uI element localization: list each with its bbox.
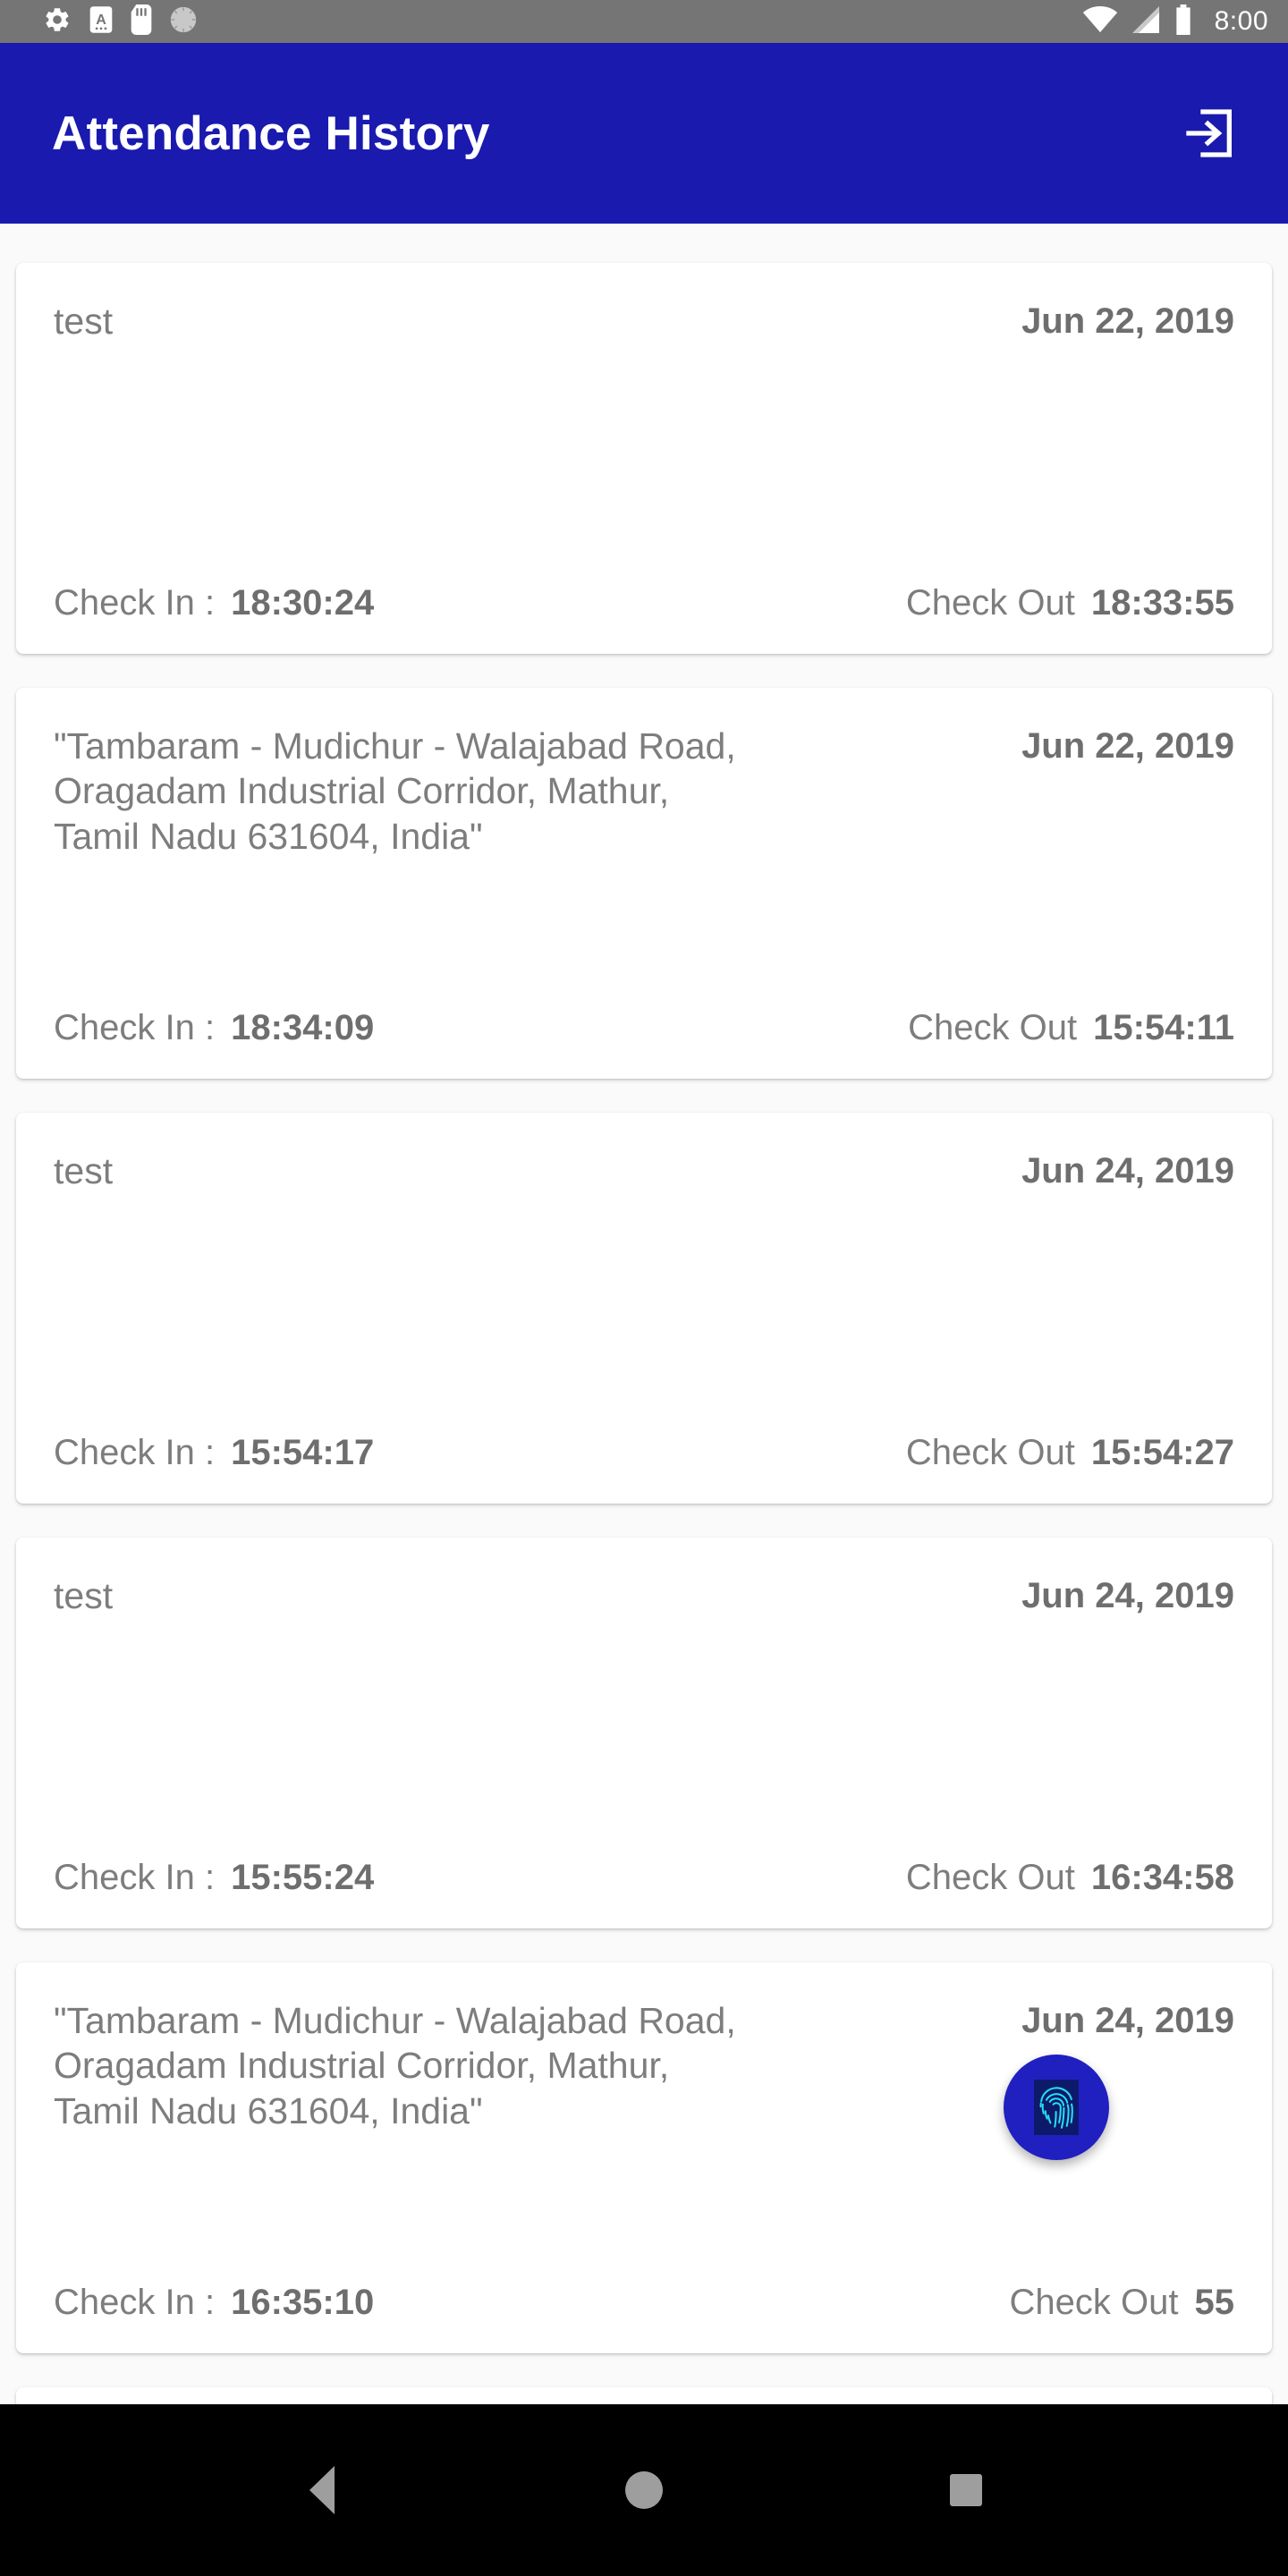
svg-text:A: A bbox=[96, 12, 106, 27]
check-in-group: Check In : 18:34:09 bbox=[54, 1008, 908, 1048]
card-date-text: Jun 24, 2019 bbox=[1021, 1151, 1234, 1191]
card-footer: Check In : 15:54:17 Check Out 15:54:27 bbox=[54, 1433, 1234, 1473]
card-place-text: "Tambaram - Mudichur - Walajabad Road, O… bbox=[54, 2000, 736, 2131]
check-in-label: Check In : bbox=[54, 1008, 216, 1047]
card-footer: Check In : 16:35:10 Check Out 55 bbox=[54, 2283, 1234, 2323]
back-triangle-icon bbox=[309, 2466, 335, 2514]
app-bar: Attendance History bbox=[0, 43, 1288, 224]
check-out-label: Check Out bbox=[905, 583, 1075, 623]
card-footer: Check In : 18:34:09 Check Out 15:54:11 bbox=[54, 1008, 1234, 1048]
check-out-time: 55 bbox=[1194, 2283, 1235, 2322]
check-out-group: Check Out 16:34:58 bbox=[906, 1858, 1234, 1898]
fingerprint-fab-button[interactable] bbox=[1004, 2055, 1109, 2160]
check-out-label: Check Out bbox=[1009, 2283, 1179, 2322]
check-in-group: Check In : 18:30:24 bbox=[54, 583, 906, 623]
phone-screen: A 8:00 Attendance History test Jun 22, 2… bbox=[0, 0, 1288, 2576]
check-out-group: Check Out 55 bbox=[1010, 2283, 1234, 2323]
attendance-card[interactable]: test Jun 22, 2019 Check In :18:30:24 Check … bbox=[16, 263, 1272, 654]
cell-signal-icon bbox=[1131, 5, 1161, 38]
status-bar: A 8:00 bbox=[0, 0, 1288, 43]
check-in-time: 16:35:10 bbox=[231, 2283, 375, 2322]
card-footer: Check In : 18:30:24 Check Out 18:33:55 bbox=[54, 583, 1234, 623]
exit-to-app-icon[interactable] bbox=[1172, 95, 1249, 172]
check-out-group: Check Out 15:54:27 bbox=[906, 1433, 1234, 1473]
check-in-label: Check In : bbox=[54, 1858, 216, 1897]
check-in-time: 18:34:09 bbox=[231, 1008, 375, 1047]
card-place-text: test bbox=[54, 1575, 114, 1616]
card-date-text: Jun 22, 2019 bbox=[1021, 726, 1234, 766]
card-place-text: test bbox=[54, 301, 114, 342]
attendance-card[interactable]: test Jun 24, 2019 Check In :15:55:24 Check … bbox=[16, 1538, 1272, 1928]
check-out-time: 18:33:55 bbox=[1090, 583, 1234, 623]
settings-gear-icon bbox=[43, 5, 72, 38]
check-in-time: 15:54:17 bbox=[231, 1433, 375, 1472]
card-footer: Check In : 15:55:24 Check Out 16:34:58 bbox=[54, 1858, 1234, 1898]
card-date-text: Jun 24, 2019 bbox=[1021, 1576, 1234, 1615]
sync-spinner-icon bbox=[168, 4, 199, 39]
check-out-label: Check Out bbox=[908, 1008, 1078, 1047]
check-out-label: Check Out bbox=[905, 1433, 1075, 1472]
card-header: "Tambaram - Mudichur - Walajabad Road, O… bbox=[54, 724, 1234, 859]
attendance-card[interactable]: "Tambaram - Mudichur - Walajabad Road, O… bbox=[16, 688, 1272, 1079]
check-in-label: Check In : bbox=[54, 583, 216, 623]
system-navigation-bar bbox=[0, 2404, 1288, 2576]
fingerprint-icon bbox=[1034, 2080, 1079, 2135]
attendance-card[interactable]: "Tambaram - Mudichur - Walajabad Road, O… bbox=[16, 1962, 1272, 2353]
check-out-label: Check Out bbox=[905, 1858, 1075, 1897]
back-button[interactable] bbox=[273, 2441, 371, 2539]
check-out-time: 15:54:11 bbox=[1093, 1008, 1234, 1047]
recents-square-icon bbox=[950, 2474, 982, 2506]
home-button[interactable] bbox=[595, 2441, 693, 2539]
check-in-time: 18:30:24 bbox=[231, 583, 375, 623]
attendance-card[interactable]: test Jun 24, 2019 Check In :15:54:17 Check … bbox=[16, 1113, 1272, 1504]
card-place-text: test bbox=[54, 1150, 114, 1191]
check-out-group: Check Out 15:54:11 bbox=[908, 1008, 1234, 1048]
card-date-text: Jun 24, 2019 bbox=[1021, 2001, 1234, 2040]
auto-rotate-a-icon: A bbox=[88, 5, 114, 38]
check-in-group: Check In : 16:35:10 bbox=[54, 2283, 1010, 2323]
status-bar-clock: 8:00 bbox=[1214, 6, 1268, 36]
card-header: test Jun 22, 2019 bbox=[54, 299, 1234, 343]
attendance-list[interactable]: test Jun 22, 2019 Check In :18:30:24 Check … bbox=[0, 224, 1288, 2576]
sd-card-icon bbox=[131, 4, 152, 39]
recents-button[interactable] bbox=[917, 2441, 1015, 2539]
check-out-group: Check Out 18:33:55 bbox=[906, 583, 1234, 623]
home-circle-icon bbox=[625, 2471, 663, 2509]
check-in-group: Check In : 15:55:24 bbox=[54, 1858, 906, 1898]
check-out-time: 16:34:58 bbox=[1090, 1858, 1234, 1897]
battery-icon bbox=[1174, 4, 1193, 39]
wifi-icon bbox=[1082, 5, 1118, 38]
page-title: Attendance History bbox=[52, 106, 490, 160]
check-in-time: 15:55:24 bbox=[231, 1858, 375, 1897]
status-bar-right-icons: 8:00 bbox=[1082, 4, 1268, 39]
card-place-text: "Tambaram - Mudichur - Walajabad Road, O… bbox=[54, 725, 736, 857]
card-header: test Jun 24, 2019 bbox=[54, 1148, 1234, 1193]
status-bar-left-icons: A bbox=[43, 4, 1082, 39]
card-header: test Jun 24, 2019 bbox=[54, 1573, 1234, 1618]
card-date-text: Jun 22, 2019 bbox=[1021, 301, 1234, 341]
check-in-label: Check In : bbox=[54, 2283, 216, 2322]
check-out-time: 15:54:27 bbox=[1090, 1433, 1234, 1472]
check-in-group: Check In : 15:54:17 bbox=[54, 1433, 906, 1473]
check-in-label: Check In : bbox=[54, 1433, 216, 1472]
